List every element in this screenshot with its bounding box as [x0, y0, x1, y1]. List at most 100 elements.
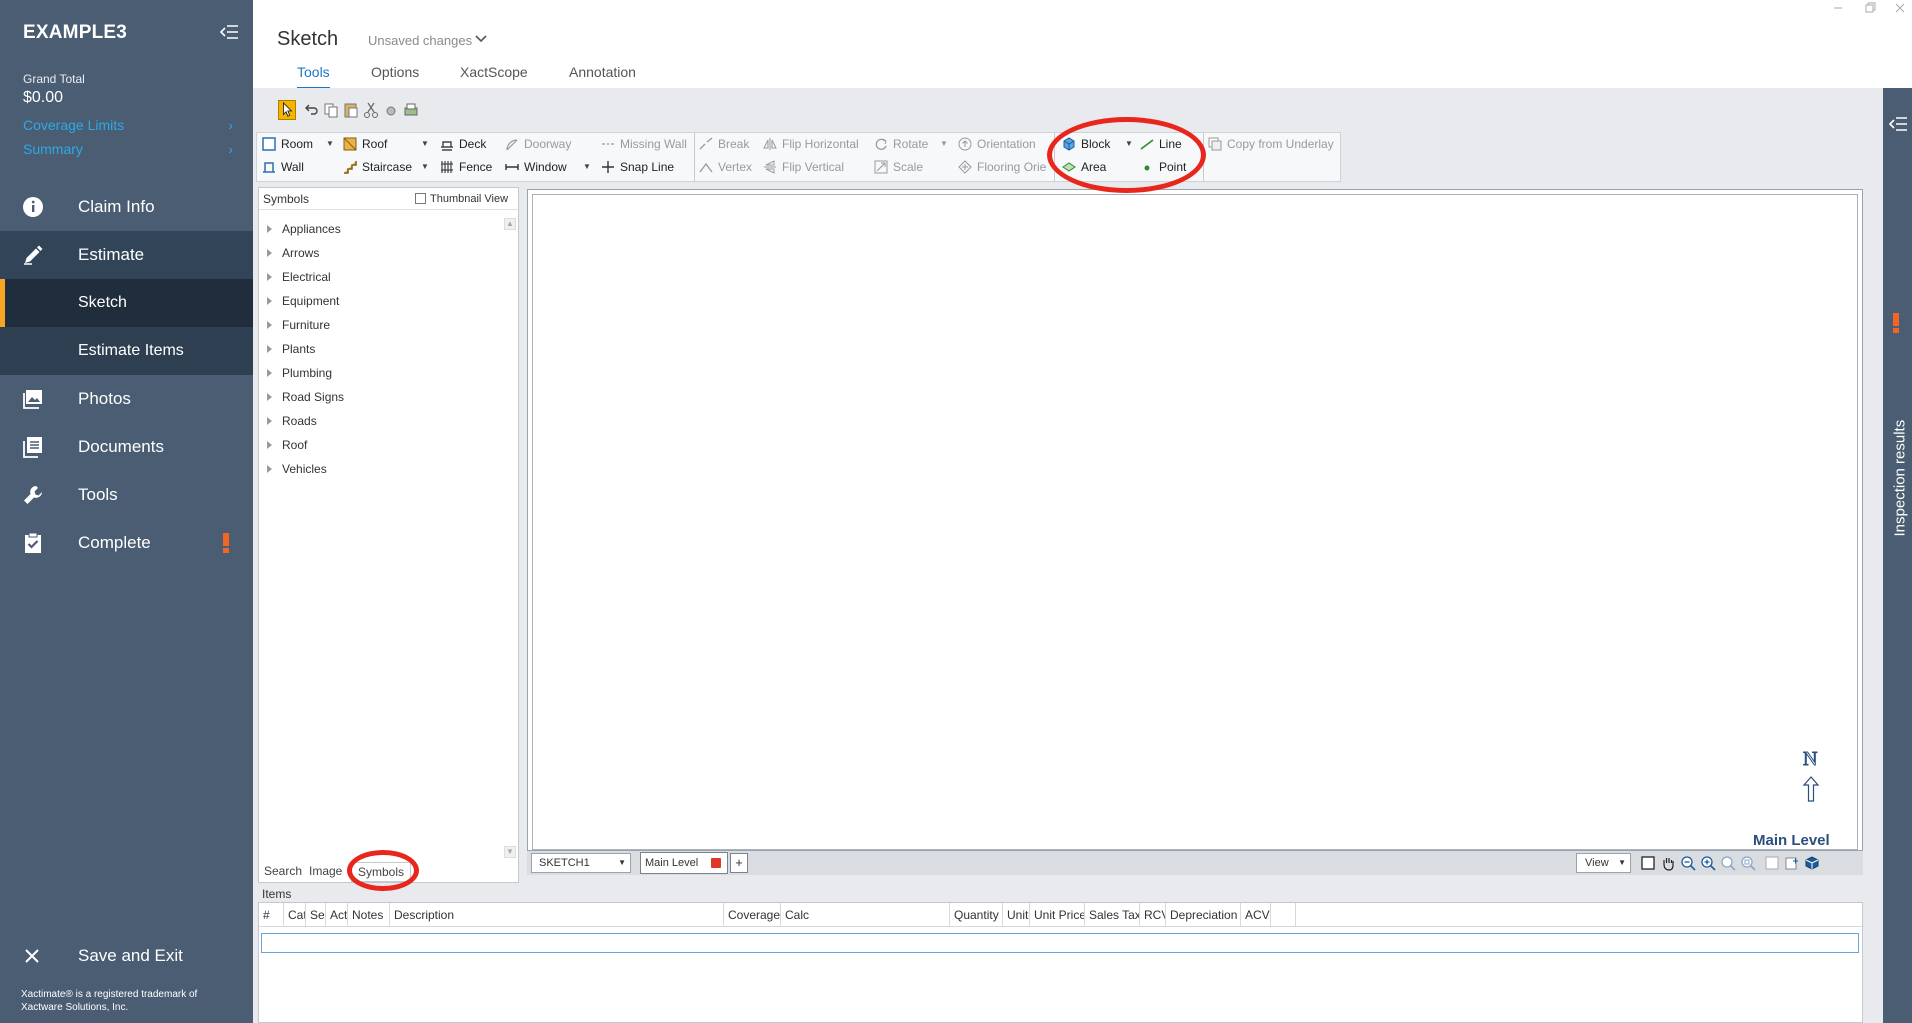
nav-complete[interactable]: Complete [0, 519, 253, 567]
tab-options[interactable]: Options [371, 64, 419, 80]
column-header[interactable]: # [259, 903, 284, 927]
group-icon[interactable] [382, 100, 400, 120]
column-header[interactable]: ACV [1241, 903, 1271, 927]
sketch-select[interactable]: SKETCH1 ▼ [531, 853, 631, 873]
vertex-button[interactable]: Vertex [699, 157, 752, 177]
symbol-category-item[interactable]: Arrows [267, 242, 319, 264]
symbols-scrollbar[interactable]: ▲ ▼ [504, 218, 516, 858]
symbol-category-item[interactable]: Furniture [267, 314, 330, 336]
symbol-category-item[interactable]: Electrical [267, 266, 331, 288]
tab-tools[interactable]: Tools [297, 64, 330, 89]
toggle-grid-icon[interactable] [1764, 855, 1780, 871]
flip-horizontal-button[interactable]: Flip Horizontal [763, 134, 859, 154]
column-header[interactable]: Sel [306, 903, 326, 927]
3d-view-icon[interactable] [1804, 855, 1820, 871]
scale-button[interactable]: Scale [874, 157, 923, 177]
column-header[interactable]: RCV [1140, 903, 1166, 927]
nav-photos[interactable]: Photos [0, 375, 253, 423]
tab-annotation[interactable]: Annotation [569, 64, 636, 80]
chevron-down-icon[interactable] [474, 34, 488, 44]
column-header[interactable] [1271, 903, 1296, 927]
staircase-dropdown-icon[interactable]: ▼ [421, 157, 429, 177]
symbol-category-item[interactable]: Equipment [267, 290, 339, 312]
wall-button[interactable]: Wall [262, 157, 304, 177]
missing-wall-button[interactable]: Missing Wall [601, 134, 687, 154]
nav-documents[interactable]: Documents [0, 423, 253, 471]
drawing-area[interactable] [532, 194, 1858, 850]
summary-link[interactable]: Summary › [23, 139, 233, 159]
zoom-in-icon[interactable] [1700, 855, 1716, 871]
room-button[interactable]: Room ▼ [262, 134, 334, 154]
column-header[interactable]: Unit [1003, 903, 1030, 927]
staircase-button[interactable]: Staircase ▼ [343, 157, 429, 177]
table-row[interactable] [261, 933, 1859, 953]
copy-icon[interactable] [322, 100, 340, 120]
nav-sketch[interactable]: Sketch [0, 279, 253, 327]
scroll-down-icon[interactable]: ▼ [504, 846, 516, 858]
symbol-category-item[interactable]: Roof [267, 434, 307, 456]
tab-image[interactable]: Image [309, 862, 342, 880]
column-header[interactable]: Sales Tax [1085, 903, 1140, 927]
roof-button[interactable]: Roof ▼ [343, 134, 429, 154]
window-dropdown-icon[interactable]: ▼ [583, 157, 591, 177]
select-tool-button[interactable] [278, 100, 296, 120]
save-and-exit-button[interactable]: Save and Exit [0, 932, 253, 980]
orientation-button[interactable]: Orientation [958, 134, 1036, 154]
symbol-category-item[interactable]: Appliances [267, 218, 341, 240]
symbol-category-item[interactable]: Roads [267, 410, 317, 432]
symbol-category-item[interactable]: Plants [267, 338, 315, 360]
doorway-button[interactable]: Doorway [505, 134, 571, 154]
sketch-canvas[interactable] [527, 189, 1863, 875]
column-header[interactable]: Description [390, 903, 724, 927]
zoom-fit-icon[interactable] [1720, 855, 1736, 871]
paste-icon[interactable] [342, 100, 360, 120]
rotate-dropdown-icon[interactable]: ▼ [940, 134, 948, 154]
nav-estimate[interactable]: Estimate [0, 231, 253, 279]
tab-xactscope[interactable]: XactScope [460, 64, 528, 80]
rotate-button[interactable]: Rotate ▼ [874, 134, 948, 154]
inspection-results-panel[interactable]: Inspection results [1883, 88, 1912, 1023]
symbol-category-item[interactable]: Vehicles [267, 458, 327, 480]
inspection-results-tab[interactable]: Inspection results [1885, 393, 1912, 543]
column-header[interactable]: Quantity [950, 903, 1003, 927]
select-box-icon[interactable] [1640, 855, 1656, 871]
copy-from-underlay-button[interactable]: Copy from Underlay [1208, 134, 1334, 154]
coverage-limits-link[interactable]: Coverage Limits › [23, 115, 233, 135]
pan-hand-icon[interactable] [1660, 855, 1676, 871]
expand-panel-icon[interactable] [1889, 116, 1907, 132]
roof-dropdown-icon[interactable]: ▼ [421, 134, 429, 154]
fence-button[interactable]: Fence [440, 157, 492, 177]
maximize-window-icon[interactable] [1864, 2, 1876, 14]
view-select[interactable]: View ▼ [1576, 853, 1631, 873]
room-dropdown-icon[interactable]: ▼ [326, 134, 334, 154]
nav-tools[interactable]: Tools [0, 471, 253, 519]
symbol-category-item[interactable]: Road Signs [267, 386, 344, 408]
column-header[interactable]: Notes [348, 903, 390, 927]
column-header[interactable]: Act [326, 903, 348, 927]
undo-icon[interactable] [302, 100, 320, 120]
add-level-button[interactable]: + [730, 853, 748, 873]
level-tab-main[interactable]: Main Level [640, 852, 728, 874]
symbol-category-item[interactable]: Plumbing [267, 362, 332, 384]
nav-estimate-items[interactable]: Estimate Items [0, 327, 253, 375]
cut-icon[interactable] [362, 100, 380, 120]
column-header[interactable]: Unit Price [1030, 903, 1085, 927]
print-icon[interactable] [402, 100, 420, 120]
window-button[interactable]: Window ▼ [505, 157, 591, 177]
snap-line-button[interactable]: Snap Line [601, 157, 674, 177]
break-button[interactable]: Break [699, 134, 749, 154]
minimize-window-icon[interactable] [1832, 2, 1844, 14]
scroll-up-icon[interactable]: ▲ [504, 218, 516, 230]
flip-vertical-button[interactable]: Flip Vertical [763, 157, 844, 177]
close-window-icon[interactable] [1894, 2, 1906, 14]
column-header[interactable]: Depreciation [1166, 903, 1241, 927]
tab-search[interactable]: Search [264, 862, 302, 880]
nav-claim-info[interactable]: Claim Info [0, 183, 253, 231]
column-header[interactable]: Coverage [724, 903, 781, 927]
thumbnail-view-checkbox[interactable] [415, 193, 426, 204]
collapse-sidebar-icon[interactable] [220, 24, 238, 40]
zoom-extents-icon[interactable] [1740, 855, 1756, 871]
column-header[interactable]: Cat [284, 903, 306, 927]
deck-button[interactable]: Deck [440, 134, 486, 154]
close-tab-icon[interactable] [711, 858, 721, 868]
